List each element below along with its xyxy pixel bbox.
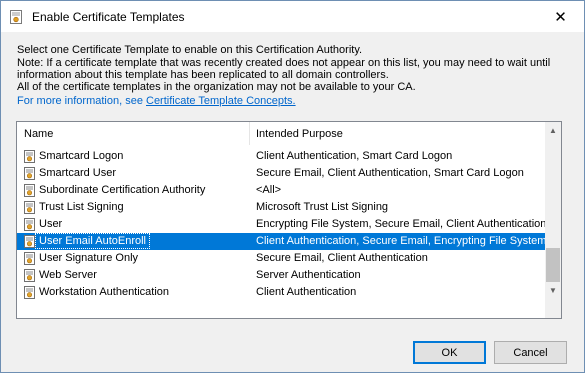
list-row[interactable]: User Encrypting File System, Secure Email…: [17, 216, 547, 233]
row-purpose: Secure Email, Client Authentication, Sma…: [256, 167, 524, 179]
scroll-down-icon[interactable]: ▼: [545, 282, 561, 298]
row-purpose: Microsoft Trust List Signing: [256, 201, 389, 213]
list-row[interactable]: User Email AutoEnroll Client Authenticati…: [17, 233, 547, 250]
close-icon: ✕: [554, 8, 567, 26]
list-row[interactable]: Workstation Authentication Client Authent…: [17, 284, 545, 301]
ok-button[interactable]: OK: [413, 341, 486, 364]
scroll-thumb[interactable]: [546, 248, 560, 282]
row-name: Trust List Signing: [39, 201, 124, 213]
row-purpose: <All>: [256, 184, 282, 196]
row-name: Smartcard User: [39, 167, 117, 179]
row-purpose: Secure Email, Client Authentication: [256, 252, 428, 264]
list-row[interactable]: Subordinate Certification Authority <All>: [17, 182, 545, 199]
title-bar[interactable]: Enable Certificate Templates ✕: [1, 1, 584, 32]
certificate-icon: [10, 10, 22, 24]
row-name: Web Server: [39, 269, 97, 281]
row-purpose: Client Authentication: [256, 286, 357, 298]
description-line-4: All of the certificate templates in the …: [17, 81, 416, 93]
column-header-name[interactable]: Name: [24, 128, 53, 140]
description-line-3: information about this template has been…: [17, 69, 389, 81]
row-name: Subordinate Certification Authority: [39, 184, 206, 196]
row-purpose: Client Authentication, Secure Email, Enc…: [256, 235, 547, 247]
list-row[interactable]: Smartcard User Secure Email, Client Authe…: [17, 165, 545, 182]
description-line-2: Note: If a certificate template that was…: [17, 57, 551, 69]
column-divider[interactable]: [249, 122, 250, 145]
row-name: User Signature Only: [39, 252, 139, 264]
certificate-template-icon: [24, 201, 35, 214]
list-header: Name Intended Purpose: [17, 122, 545, 145]
row-purpose: Client Authentication, Smart Card Logon: [256, 150, 453, 162]
row-name: Smartcard Logon: [39, 150, 124, 162]
certificate-template-icon: [24, 218, 35, 231]
row-name: User: [39, 218, 63, 230]
dialog-window: Enable Certificate Templates ✕ Select on…: [0, 0, 585, 373]
list-row[interactable]: Trust List Signing Microsoft Trust List S…: [17, 199, 545, 216]
list-row[interactable]: User Signature Only Secure Email, Client …: [17, 250, 545, 267]
certificate-template-icon: [24, 184, 35, 197]
list-row[interactable]: Smartcard Logon Client Authentication, Sm…: [17, 148, 545, 165]
template-list[interactable]: Name Intended Purpose Smartcard Logon Cli…: [16, 121, 562, 319]
description-line-1: Select one Certificate Template to enabl…: [17, 44, 363, 56]
more-info-prefix: For more information, see: [17, 95, 146, 107]
close-button[interactable]: ✕: [537, 1, 584, 32]
certificate-template-icon: [24, 235, 35, 248]
certificate-template-icon: [24, 286, 35, 299]
certificate-template-icon: [24, 150, 35, 163]
list-rows: Smartcard Logon Client Authentication, Sm…: [17, 148, 547, 301]
cancel-button[interactable]: Cancel: [494, 341, 567, 364]
certificate-template-icon: [24, 269, 35, 282]
row-purpose: Server Authentication: [256, 269, 361, 281]
certificate-template-icon: [24, 167, 35, 180]
certificate-template-icon: [24, 252, 35, 265]
list-row[interactable]: Web Server Server Authentication: [17, 267, 545, 284]
column-header-purpose[interactable]: Intended Purpose: [256, 128, 343, 140]
scroll-up-icon[interactable]: ▲: [545, 122, 561, 138]
vertical-scrollbar[interactable]: ▲ ▼: [545, 122, 561, 318]
window-title: Enable Certificate Templates: [32, 10, 185, 24]
template-concepts-link[interactable]: Certificate Template Concepts.: [146, 95, 296, 107]
row-name: User Email AutoEnroll: [35, 233, 150, 249]
more-info: For more information, see Certificate Te…: [17, 95, 296, 107]
row-name: Workstation Authentication: [39, 286, 170, 298]
row-purpose: Encrypting File System, Secure Email, Cl…: [256, 218, 547, 230]
